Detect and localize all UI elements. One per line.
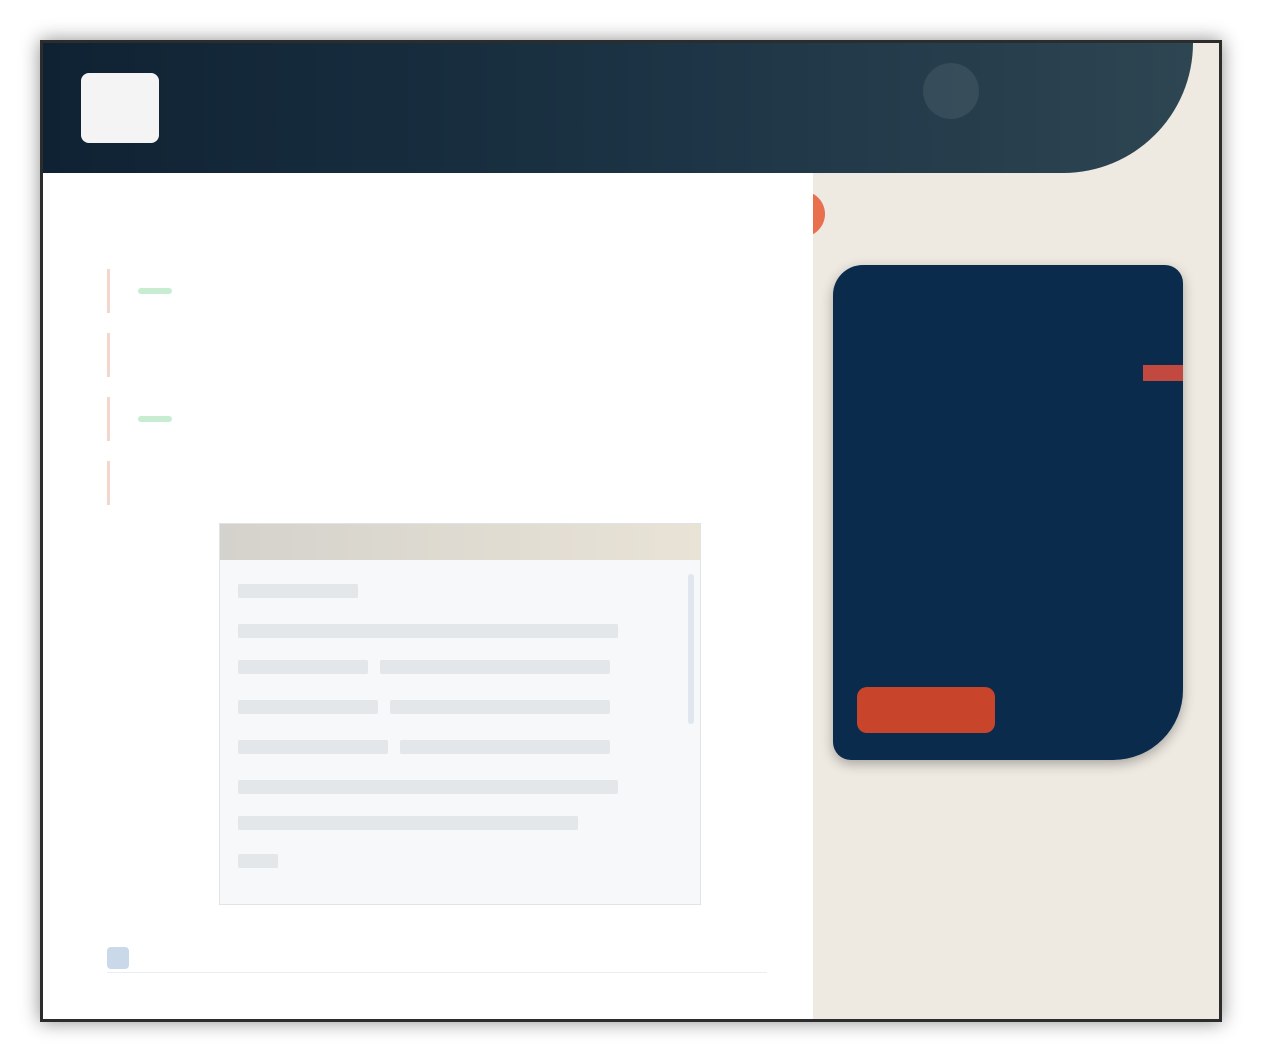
status-flag bbox=[1143, 365, 1183, 381]
info-icon bbox=[107, 947, 129, 969]
document-line bbox=[238, 584, 358, 598]
main-content bbox=[43, 173, 813, 1019]
summary-card bbox=[833, 265, 1183, 760]
list-item[interactable] bbox=[107, 397, 787, 441]
list-item[interactable] bbox=[107, 461, 787, 505]
app-window: ⌂ ▤ ⚙ ! bbox=[40, 40, 1222, 1022]
document-preview[interactable] bbox=[219, 523, 701, 905]
app-logo[interactable] bbox=[81, 73, 159, 143]
document-line bbox=[238, 740, 388, 754]
document-preview-header bbox=[220, 524, 700, 560]
list-item[interactable] bbox=[107, 333, 787, 377]
document-line bbox=[380, 660, 610, 674]
document-line bbox=[238, 816, 578, 830]
document-line bbox=[238, 854, 278, 868]
document-line bbox=[390, 700, 610, 714]
user-avatar-icon[interactable] bbox=[923, 63, 979, 119]
status-indicator bbox=[138, 288, 172, 295]
status-indicator bbox=[138, 416, 172, 423]
document-line bbox=[238, 660, 368, 674]
app-header bbox=[43, 43, 1193, 173]
document-line bbox=[238, 780, 618, 794]
document-scrollbar[interactable] bbox=[688, 574, 694, 724]
document-line bbox=[238, 624, 618, 638]
primary-action-button[interactable] bbox=[857, 687, 995, 733]
list-item[interactable] bbox=[107, 269, 787, 313]
footer-note bbox=[107, 943, 767, 973]
document-line bbox=[238, 700, 378, 714]
document-line bbox=[400, 740, 610, 754]
